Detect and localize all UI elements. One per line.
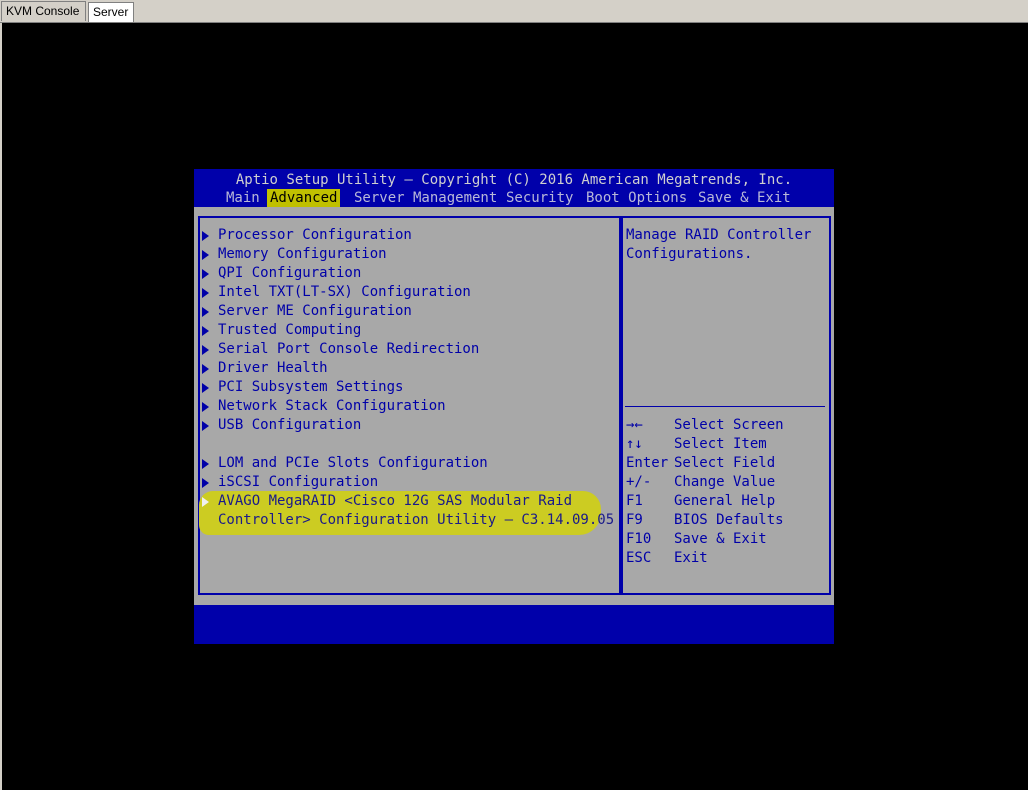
key-enter: Enter [626, 455, 669, 471]
tab-server[interactable]: Server [88, 2, 134, 22]
menu-boot-options[interactable]: Boot Options [583, 189, 690, 207]
item-avago-megaraid[interactable]: AVAGO MegaRAID <Cisco 12G SAS Modular Ra… [218, 492, 572, 511]
key-f9-action: BIOS Defaults [674, 512, 784, 528]
key-enter-action: Select Field [674, 455, 776, 471]
key-select-item-action: Select Item [674, 436, 767, 452]
key-esc: ESC [626, 550, 652, 566]
item-iscsi-configuration[interactable]: iSCSI Configuration [218, 473, 378, 492]
bios-menu-bar: Main Advanced Server Management Security… [194, 189, 834, 207]
submenu-arrow-icon [202, 478, 209, 488]
item-processor-configuration[interactable]: Processor Configuration [218, 226, 412, 245]
key-f1: F1 [626, 493, 643, 509]
submenu-arrow-icon [202, 231, 209, 241]
bios-footer [194, 605, 834, 644]
submenu-arrow-icon [202, 269, 209, 279]
key-select-screen: →← [626, 417, 643, 433]
key-plus-minus: +/- [626, 474, 652, 490]
submenu-arrow-icon [202, 250, 209, 260]
submenu-arrow-icon [202, 459, 209, 469]
help-text-line-1: Manage RAID Controller [626, 227, 812, 243]
key-select-screen-action: Select Screen [674, 417, 784, 433]
item-pci-subsystem-settings[interactable]: PCI Subsystem Settings [218, 378, 403, 397]
key-f10-action: Save & Exit [674, 531, 767, 547]
menu-save-exit[interactable]: Save & Exit [695, 189, 794, 207]
submenu-arrow-icon [202, 307, 209, 317]
item-usb-configuration[interactable]: USB Configuration [218, 416, 361, 435]
item-network-stack-configuration[interactable]: Network Stack Configuration [218, 397, 446, 416]
item-qpi-configuration[interactable]: QPI Configuration [218, 264, 361, 283]
tab-kvm-console[interactable]: KVM Console [1, 1, 86, 21]
submenu-arrow-icon [202, 497, 209, 507]
key-esc-action: Exit [674, 550, 708, 566]
menu-advanced[interactable]: Advanced [267, 189, 341, 207]
item-avago-megaraid-continuation[interactable]: Controller> Configuration Utility – C3.1… [218, 511, 614, 530]
submenu-arrow-icon [202, 326, 209, 336]
key-f9: F9 [626, 512, 643, 528]
item-serial-port-console-redirection[interactable]: Serial Port Console Redirection [218, 340, 479, 359]
help-text-line-2: Configurations. [626, 246, 753, 262]
bios-title-bar: Aptio Setup Utility – Copyright (C) 2016… [194, 169, 834, 207]
bios-title: Aptio Setup Utility – Copyright (C) 2016… [235, 172, 793, 188]
submenu-arrow-icon [202, 402, 209, 412]
menu-security[interactable]: Security [503, 189, 576, 207]
submenu-arrow-icon [202, 345, 209, 355]
key-plus-minus-action: Change Value [674, 474, 776, 490]
submenu-arrow-icon [202, 421, 209, 431]
item-trusted-computing[interactable]: Trusted Computing [218, 321, 361, 340]
submenu-arrow-icon [202, 288, 209, 298]
item-intel-txt-configuration[interactable]: Intel TXT(LT-SX) Configuration [218, 283, 471, 302]
help-divider [625, 406, 825, 407]
tab-strip: KVM Console Server [0, 0, 1028, 23]
key-f10: F10 [626, 531, 652, 547]
item-driver-health[interactable]: Driver Health [218, 359, 328, 378]
item-server-me-configuration[interactable]: Server ME Configuration [218, 302, 412, 321]
item-memory-configuration[interactable]: Memory Configuration [218, 245, 387, 264]
item-lom-pcie-slots-configuration[interactable]: LOM and PCIe Slots Configuration [218, 454, 488, 473]
submenu-arrow-icon [202, 364, 209, 374]
menu-server-management[interactable]: Server Management [351, 189, 500, 207]
menu-main[interactable]: Main [223, 189, 263, 207]
key-select-item: ↑↓ [626, 436, 643, 452]
submenu-arrow-icon [202, 383, 209, 393]
key-f1-action: General Help [674, 493, 776, 509]
